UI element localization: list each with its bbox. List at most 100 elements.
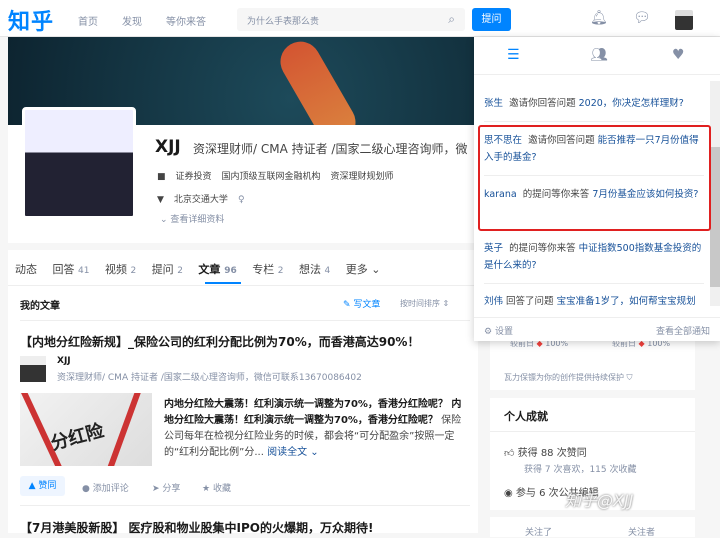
notification-action: 邀请你回答问题	[509, 98, 576, 109]
tab-answers[interactable]: 回答 41	[53, 263, 90, 276]
notification-item[interactable]: 刘伟 回答了问题 宝宝准备1岁了，如何帮宝宝规划	[484, 293, 704, 310]
gear-icon: ⚙	[484, 327, 493, 337]
notification-item[interactable]: 张生 邀请你回答问题 2020，你决定怎样理财?	[484, 95, 704, 112]
upvote-button[interactable]: ▲ 赞同	[20, 476, 65, 496]
divider	[20, 505, 470, 506]
tab-count: 2	[177, 266, 183, 276]
nav-home[interactable]: 首页	[78, 13, 98, 28]
divider	[8, 285, 478, 286]
top-header: 知乎 首页 发现 等你来答 为什么手表那么贵 ⌕ 提问 🔔︎ 💬︎	[0, 0, 720, 37]
active-tab-indicator	[205, 282, 241, 284]
search-input[interactable]: 为什么手表那么贵 ⌕	[237, 8, 465, 31]
author-avatar[interactable]	[20, 356, 46, 382]
list-icon[interactable]: ☰	[507, 47, 520, 63]
shield-icon: ⛉	[626, 373, 633, 382]
notification-question[interactable]: 宝宝准备1岁了，如何帮宝宝规划	[557, 296, 696, 307]
tab-label: 更多 ⌄	[345, 263, 381, 276]
notification-user[interactable]: 刘伟	[484, 296, 503, 307]
sort-dropdown[interactable]: 按时间排序 ⇕	[400, 298, 449, 309]
follow-card: 关注了 关注者	[490, 517, 695, 538]
excerpt-bold: 内地分红险大震荡！红利演示统一调整为70%，香港分红险呢？ 内地分红险大震荡！红…	[164, 399, 462, 426]
comment-button[interactable]: ● 添加评论	[82, 481, 129, 494]
write-article-button[interactable]: ✎ 写文章	[343, 297, 380, 310]
divider	[490, 431, 695, 432]
notification-action: 的提问等你来答	[509, 243, 576, 254]
main-content	[8, 250, 478, 533]
share-icon: ➤	[152, 484, 160, 494]
thumbs-up-icon: 👍︎	[504, 448, 515, 459]
view-all-notifications-link[interactable]: 查看全部通知	[656, 324, 710, 337]
notification-question[interactable]: 2020，你决定怎样理财?	[579, 98, 684, 109]
profile-edu: ▼ 北京交通大学 ♀	[157, 192, 255, 205]
author-name[interactable]: XJJ	[57, 356, 71, 366]
watermark: 知乎@XJJ	[565, 491, 634, 510]
read-more-link[interactable]: 阅读全文 ⌄	[267, 447, 319, 458]
highlight-box	[478, 125, 711, 231]
user-avatar[interactable]	[675, 10, 693, 30]
settings-button[interactable]: ⚙ 设置	[484, 324, 513, 337]
ask-button[interactable]: 提问	[472, 8, 511, 31]
search-icon[interactable]: ⌕	[448, 12, 455, 27]
tab-activity[interactable]: 动态	[15, 263, 37, 276]
tab-articles[interactable]: 文章 96	[198, 263, 236, 276]
compass-icon: ◉	[504, 488, 513, 499]
likes-text: 获得 88 次赞同	[517, 448, 587, 459]
tab-label: 专栏	[252, 263, 275, 276]
tab-label: 提问	[151, 263, 174, 276]
notification-user[interactable]: 英子	[484, 243, 503, 254]
author-desc: 资深理财师/ CMA 持证者 /国家二级心理咨询师，微信可联系136700864…	[57, 373, 362, 383]
company: 国内顶级互联网金融机构	[221, 172, 321, 182]
comment-icon: ●	[82, 484, 90, 494]
followers-link[interactable]: 关注者	[628, 525, 655, 538]
zhihu-logo[interactable]: 知乎	[8, 4, 54, 36]
article-excerpt: 内地分红险大震荡！红利演示统一调整为70%，香港分红险呢？ 内地分红险大震荡！红…	[164, 397, 469, 461]
tab-label: 回答	[52, 263, 75, 276]
tab-count: 2	[130, 266, 137, 276]
tab-columns[interactable]: 专栏 2	[252, 263, 283, 276]
edit-icon: ✎	[343, 300, 351, 310]
tab-count: 4	[324, 266, 331, 276]
position: 资深理财规划师	[330, 172, 394, 182]
following-link[interactable]: 关注了	[525, 525, 552, 538]
tab-questions[interactable]: 提问 2	[152, 263, 183, 276]
female-icon: ♀	[237, 195, 245, 205]
heart-icon[interactable]: ♥	[672, 47, 685, 63]
tab-more[interactable]: 更多 ⌄	[346, 263, 381, 276]
notification-action: 回答了问题	[506, 296, 554, 307]
comment-label: 添加评论	[92, 484, 129, 494]
article-title[interactable]: 【7月港美股新股】 医疗股和物业股集中IPO的火爆期，万众期待!	[20, 519, 373, 536]
share-button[interactable]: ➤ 分享	[152, 481, 180, 494]
view-details-label: 查看详细资料	[170, 215, 225, 225]
profile-work: ■ 证券投资 国内顶级互联网金融机构 资深理财规划师	[157, 169, 404, 182]
article-thumbnail[interactable]: 分红险	[20, 393, 152, 466]
industry: 证券投资	[175, 172, 212, 182]
star-icon: ★	[202, 484, 211, 494]
graduation-icon: ▼	[157, 195, 164, 205]
message-icon[interactable]: 💬︎	[633, 10, 651, 26]
users-icon[interactable]: 👥︎	[590, 47, 608, 63]
tab-thoughts[interactable]: 想法 4	[299, 263, 330, 276]
tab-videos[interactable]: 视频 2	[105, 263, 136, 276]
fish-image	[273, 37, 363, 125]
profile-headline: 资深理财师/ CMA 持证者 /国家二级心理咨询师，微	[193, 142, 468, 156]
bell-icon[interactable]: 🔔︎	[590, 10, 608, 26]
favorite-button[interactable]: ★ 收藏	[202, 481, 231, 494]
nav-explore[interactable]: 发现	[122, 13, 142, 28]
view-details-link[interactable]: ⌄ 查看详细资料	[160, 212, 224, 225]
scrollbar-thumb[interactable]	[710, 147, 720, 287]
notification-user[interactable]: 张生	[484, 98, 503, 109]
school: 北京交通大学	[173, 195, 228, 205]
tab-count: 2	[277, 266, 284, 276]
settings-label: 设置	[494, 327, 513, 337]
profile-avatar	[22, 107, 136, 219]
article-title[interactable]: 【内地分红险新规】_保险公司的红利分配比例为70%，而香港高达90%！	[20, 333, 419, 350]
tab-label: 视频	[104, 263, 127, 276]
divider	[20, 320, 470, 321]
achievements-title: 个人成就	[504, 410, 548, 423]
notification-item[interactable]: 英子 的提问等你来答 中证指数500指数基金投资的是什么来的?	[484, 240, 704, 274]
profile-tabs: 动态 回答 41 视频 2 提问 2 文章 96 专栏 2 想法 4 更多 ⌄	[15, 261, 392, 277]
likes-sub: 获得 7 次喜欢，115 次收藏	[524, 465, 637, 475]
tab-label: 文章	[198, 263, 221, 276]
tab-count: 41	[78, 266, 90, 276]
nav-waiting[interactable]: 等你来答	[166, 13, 206, 28]
